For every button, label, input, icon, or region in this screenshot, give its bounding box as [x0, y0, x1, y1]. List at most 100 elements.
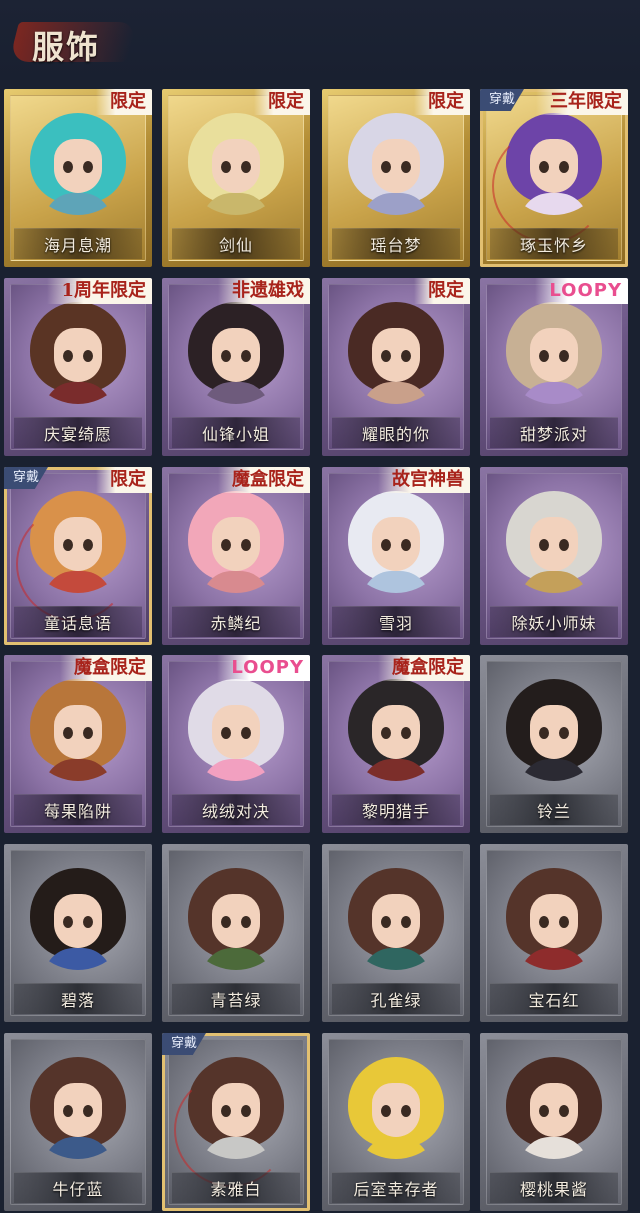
character-portrait	[184, 489, 288, 593]
outfit-name: 甜梦派对	[519, 425, 588, 444]
portrait-face	[54, 139, 102, 193]
portrait-eye	[241, 916, 251, 928]
portrait-eye	[401, 350, 411, 362]
portrait-eye	[241, 539, 251, 551]
portrait-eye	[381, 539, 391, 551]
card-label-bar: 碧落	[14, 983, 142, 1014]
outfit-card[interactable]: 碧落	[4, 844, 152, 1022]
outfit-card[interactable]: 非遗雄戏仙锋小姐	[162, 278, 310, 456]
outfit-name: 剑仙	[218, 236, 253, 255]
portrait-eye	[539, 539, 549, 551]
limited-badge: 三年限定	[536, 89, 628, 115]
outfit-card[interactable]: 限定 海月息潮	[4, 89, 152, 267]
outfit-name: 仙锋小姐	[201, 425, 270, 444]
outfit-name: 莓果陷阱	[43, 802, 112, 821]
character-portrait	[184, 300, 288, 404]
limited-badge: 限定	[414, 89, 470, 115]
portrait-eye	[221, 727, 231, 739]
portrait-face	[212, 328, 260, 382]
portrait-face	[212, 517, 260, 571]
outfit-card[interactable]: 魔盒限定 赤鳞纪	[162, 467, 310, 645]
character-portrait	[184, 111, 288, 215]
card-label-bar: 耀眼的你	[332, 417, 460, 448]
outfit-card[interactable]: 魔盒限定 黎明猎手	[322, 655, 470, 833]
outfit-card[interactable]: LOOPY 绒绒对决	[162, 655, 310, 833]
character-portrait	[502, 1055, 606, 1159]
character-portrait	[502, 677, 606, 781]
card-label-bar: 黎明猎手	[332, 794, 460, 825]
outfit-card[interactable]: 后室幸存者	[322, 1033, 470, 1211]
portrait-eye	[63, 916, 73, 928]
outfit-card[interactable]: 魔盒限定 莓果陷阱	[4, 655, 152, 833]
outfit-card[interactable]: 限定剑仙	[162, 89, 310, 267]
outfit-card[interactable]: 限定耀眼的你	[322, 278, 470, 456]
portrait-eye	[63, 350, 73, 362]
card-label-bar: 铃兰	[490, 794, 618, 825]
outfit-card[interactable]: 青苔绿	[162, 844, 310, 1022]
outfit-name: 牛仔蓝	[52, 1180, 104, 1199]
portrait-eye	[559, 727, 569, 739]
outfit-card[interactable]: 孔雀绿	[322, 844, 470, 1022]
card-label-bar: 除妖小师妹	[490, 606, 618, 637]
card-label-bar: 庆宴绮愿	[14, 417, 142, 448]
portrait-face	[530, 517, 578, 571]
portrait-eye	[63, 1105, 73, 1117]
outfit-name: 琢玉怀乡	[519, 236, 588, 255]
equipped-ring-decoration	[492, 129, 606, 243]
portrait-eye	[401, 539, 411, 551]
portrait-eye	[241, 161, 251, 173]
limited-badge: 非遗雄戏	[218, 278, 310, 304]
outfit-card[interactable]: 宝石红	[480, 844, 628, 1022]
outfit-card[interactable]: 1周年限定庆宴绮愿	[4, 278, 152, 456]
portrait-eye	[221, 161, 231, 173]
portrait-eye	[559, 1105, 569, 1117]
character-portrait	[26, 677, 130, 781]
outfit-card[interactable]: 铃兰	[480, 655, 628, 833]
portrait-eye	[221, 916, 231, 928]
outfit-card[interactable]: 除妖小师妹	[480, 467, 628, 645]
card-label-bar: 雪羽	[332, 606, 460, 637]
portrait-eye	[381, 727, 391, 739]
portrait-eye	[83, 727, 93, 739]
character-portrait	[344, 866, 448, 970]
character-portrait	[344, 489, 448, 593]
portrait-face	[530, 705, 578, 759]
card-label-bar: 孔雀绿	[332, 983, 460, 1014]
outfit-card[interactable]: 牛仔蓝	[4, 1033, 152, 1211]
outfit-name: 青苔绿	[210, 991, 262, 1010]
portrait-eye	[559, 539, 569, 551]
outfit-card[interactable]: 故宫神兽 雪羽	[322, 467, 470, 645]
limited-badge: LOOPY	[217, 655, 310, 681]
limited-badge: 1周年限定	[47, 278, 152, 304]
portrait-eye	[539, 916, 549, 928]
outfit-card[interactable]: 限定瑶台梦	[322, 89, 470, 267]
header-bar: 服饰	[0, 0, 640, 80]
outfit-card[interactable]: 穿戴 素雅白	[162, 1033, 310, 1211]
card-label-bar: 甜梦派对	[490, 417, 618, 448]
portrait-face	[372, 705, 420, 759]
outfit-card[interactable]: 穿戴 三年限定 琢玉怀乡	[480, 89, 628, 267]
limited-badge: 限定	[414, 278, 470, 304]
limited-badge: 限定	[96, 89, 152, 115]
outfit-name: 素雅白	[210, 1180, 262, 1199]
card-label-bar: 瑶台梦	[332, 228, 460, 259]
outfit-name: 宝石红	[528, 991, 580, 1010]
portrait-face	[54, 705, 102, 759]
character-portrait	[502, 300, 606, 404]
limited-badge: 限定	[254, 89, 310, 115]
page-title: 服饰	[9, 16, 137, 66]
portrait-eye	[241, 350, 251, 362]
outfit-card[interactable]: LOOPY 甜梦派对	[480, 278, 628, 456]
character-portrait	[26, 866, 130, 970]
portrait-eye	[381, 916, 391, 928]
character-portrait	[184, 866, 288, 970]
portrait-eye	[83, 916, 93, 928]
outfit-card[interactable]: 穿戴 限定 童话息语	[4, 467, 152, 645]
outfit-name: 孔雀绿	[370, 991, 422, 1010]
outfit-grid: 限定 海月息潮 限定 剑仙 限定 瑶台梦 穿戴 三年限定 琢玉怀乡 1周年限定 庆宴绮愿 非遗雄戏 仙锋…	[4, 89, 636, 1213]
outfit-name: 后室幸存者	[353, 1180, 439, 1199]
portrait-face	[54, 894, 102, 948]
portrait-eye	[539, 727, 549, 739]
outfit-card[interactable]: 樱桃果酱	[480, 1033, 628, 1211]
card-label-bar: 樱桃果酱	[490, 1172, 618, 1203]
